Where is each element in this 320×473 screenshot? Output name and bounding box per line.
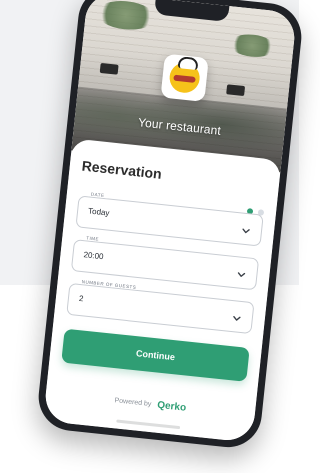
- date-value: Today: [87, 206, 110, 218]
- guests-select[interactable]: NUMBER OF GUESTS 2: [66, 278, 255, 335]
- reservation-header: Reservation: [80, 158, 268, 203]
- hero-plant-decoration: [94, 0, 158, 33]
- phone-screen: Your restaurant Reservation DATE Today T…: [42, 0, 298, 443]
- hero-lamp-decoration: [99, 62, 119, 75]
- continue-button[interactable]: Continue: [61, 328, 250, 382]
- reservation-sheet: Reservation DATE Today TIME 20:00 NUMBER…: [42, 138, 282, 443]
- reservation-title: Reservation: [81, 157, 163, 182]
- powered-by-text: Powered by: [114, 397, 152, 409]
- reservation-content: Reservation DATE Today TIME 20:00 NUMBER…: [55, 158, 268, 442]
- qerko-brand: Qerko: [156, 399, 187, 414]
- time-label: TIME: [83, 235, 103, 243]
- chef-hat-icon: [177, 56, 199, 71]
- logo-emblem: [168, 56, 202, 95]
- hero-lamp-decoration: [226, 84, 246, 97]
- hero-plant-decoration: [228, 32, 277, 60]
- chevron-down-icon: [232, 310, 243, 321]
- guests-value: 2: [78, 293, 84, 304]
- date-label: DATE: [87, 191, 108, 199]
- powered-by-footer: Powered by Qerko: [57, 389, 243, 419]
- date-select[interactable]: DATE Today: [75, 191, 264, 247]
- restaurant-logo: [160, 53, 209, 102]
- chevron-down-icon: [236, 266, 247, 277]
- logo-ribbon: [173, 74, 196, 83]
- guests-label: NUMBER OF GUESTS: [78, 278, 140, 291]
- phone-mockup: Your restaurant Reservation DATE Today T…: [35, 0, 305, 451]
- time-value: 20:00: [83, 250, 104, 262]
- chevron-down-icon: [241, 223, 252, 234]
- continue-button-label: Continue: [135, 348, 176, 363]
- home-indicator: [116, 419, 181, 430]
